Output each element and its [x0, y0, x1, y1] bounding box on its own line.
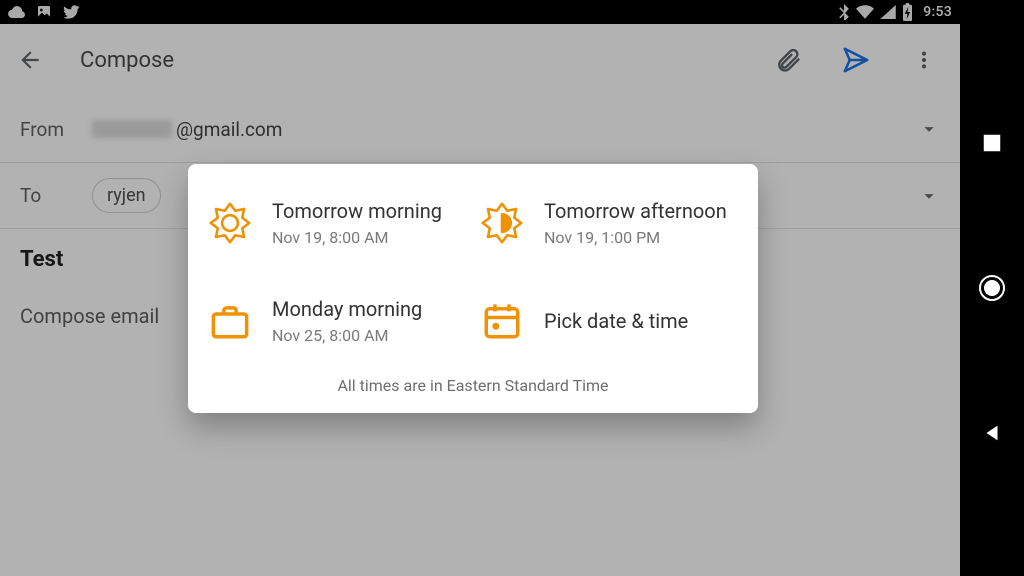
option-title: Monday morning — [272, 297, 422, 322]
system-nav-bar — [960, 0, 1024, 576]
nav-home-button[interactable] — [972, 268, 1012, 308]
option-subtitle: Nov 25, 8:00 AM — [272, 326, 422, 345]
option-subtitle: Nov 19, 8:00 AM — [272, 228, 442, 247]
briefcase-icon — [206, 297, 254, 345]
phone-screen: 9:53 Compose From @gmail.com — [0, 0, 960, 576]
calendar-icon — [478, 297, 526, 345]
option-pick-date-time[interactable]: Pick date & time — [478, 286, 740, 356]
option-title: Pick date & time — [544, 309, 688, 334]
sun-half-icon — [478, 199, 526, 247]
option-tomorrow-morning[interactable]: Tomorrow morning Nov 19, 8:00 AM — [206, 188, 468, 258]
nav-back-button[interactable] — [972, 413, 1012, 453]
option-title: Tomorrow afternoon — [544, 199, 727, 224]
sun-icon — [206, 199, 254, 247]
option-subtitle: Nov 19, 1:00 PM — [544, 228, 727, 247]
nav-recent-button[interactable] — [972, 123, 1012, 163]
option-title: Tomorrow morning — [272, 199, 442, 224]
option-tomorrow-afternoon[interactable]: Tomorrow afternoon Nov 19, 1:00 PM — [478, 188, 740, 258]
timezone-note: All times are in Eastern Standard Time — [206, 376, 740, 395]
schedule-send-dialog: Tomorrow morning Nov 19, 8:00 AM Tomorro… — [188, 164, 758, 413]
option-monday-morning[interactable]: Monday morning Nov 25, 8:00 AM — [206, 286, 468, 356]
